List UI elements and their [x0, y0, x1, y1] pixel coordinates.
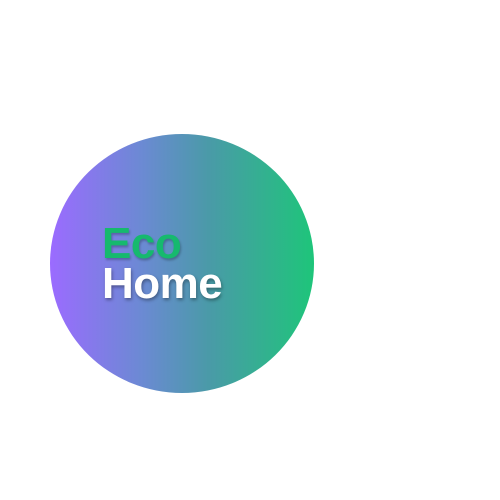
logo-wordmark: Eco Home	[102, 219, 223, 308]
logo-word-eco: Eco	[102, 219, 182, 268]
logo-word-home: Home	[102, 259, 223, 308]
canvas: Eco Home	[0, 0, 500, 500]
